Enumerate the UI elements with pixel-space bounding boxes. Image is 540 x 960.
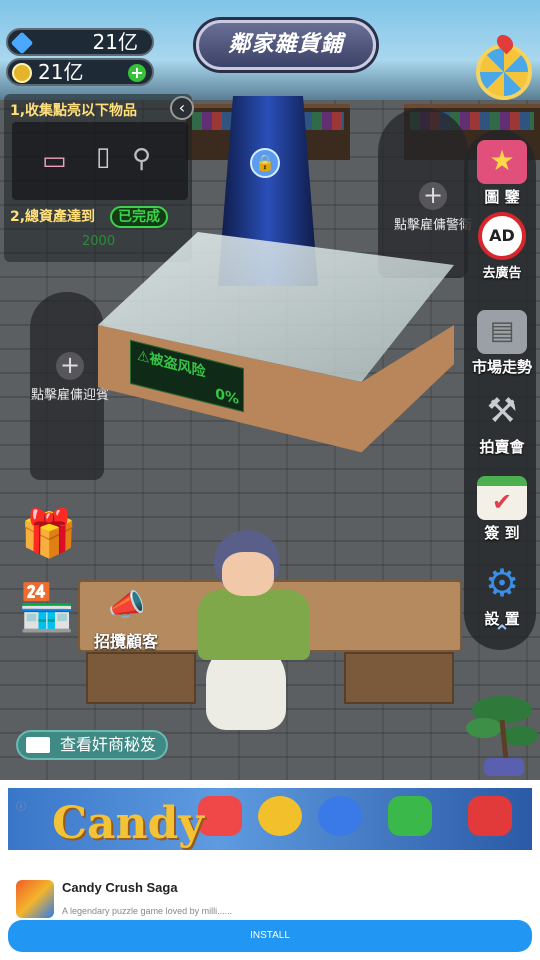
plus-icon: +: [419, 182, 447, 210]
candy-icon: [318, 796, 362, 836]
quest-task-1: 1,收集點亮以下物品: [10, 103, 138, 119]
candy-icon: [258, 796, 302, 836]
quest-items: ▭ ▯ ⚲: [12, 122, 188, 200]
hire-greeter-label: 點擊雇傭迎賓: [30, 388, 109, 403]
diamond-value: 21亿: [92, 30, 138, 54]
sidebar-item-market[interactable]: ▤ 市場走勢: [468, 310, 536, 377]
chevron-up-icon: ⌃: [493, 620, 511, 644]
desk-leg-right: [344, 652, 454, 704]
collapse-quest-button[interactable]: ‹: [170, 96, 194, 120]
collapse-sidebar-button[interactable]: ⌃: [468, 620, 536, 644]
sidebar-label-market: 市場走勢: [471, 358, 532, 376]
ad-subtitle: A legendary puzzle game loved by milli..…: [62, 906, 233, 916]
candy-icon: [198, 796, 242, 836]
eraser-icon: ▭: [42, 146, 67, 176]
lock-icon: 🔒: [250, 148, 280, 178]
desk-leg-left: [86, 652, 196, 704]
sidebar-label-auction: 拍賣會: [479, 438, 525, 456]
ad-banner[interactable]: ⓘ Candy Candy Crush Saga A legendary puz…: [0, 780, 540, 960]
game-scene: 21亿 21亿 + 鄰家雜貨鋪 🔒 1,收集點亮以下物品 ‹ ▭ ▯ ⚲ 2,總…: [0, 0, 540, 780]
coin-value: 21亿: [38, 60, 84, 84]
sidebar-item-auction[interactable]: ⚒ 拍賣會: [468, 390, 536, 457]
video-camera-icon: [26, 737, 50, 753]
ad-title: Candy Crush Saga: [62, 880, 178, 895]
recruit-customers-button[interactable]: 招攬顧客: [94, 628, 158, 652]
sidebar-item-remove-ads[interactable]: AD 去廣告: [468, 212, 536, 281]
ad-info-icon[interactable]: ⓘ: [16, 798, 26, 813]
hire-guard-label: 點擊雇傭警衛: [393, 218, 472, 233]
quest-target-value: 2000: [82, 234, 116, 249]
watch-video-label: 查看奸商秘笈: [60, 735, 157, 754]
storefront-button[interactable]: 🏪: [18, 580, 75, 640]
coin-icon: [12, 63, 32, 83]
coin-counter: 21亿 +: [6, 58, 154, 86]
no-ad-icon: AD: [478, 212, 526, 260]
shopkeeper-face: [222, 552, 274, 596]
ad-logo-text: Candy: [52, 798, 204, 849]
gear-icon: ⚙: [484, 561, 520, 605]
shopkeeper-body[interactable]: [198, 590, 310, 660]
sidebar-item-checkin[interactable]: ✔ 簽 到: [468, 476, 536, 543]
quest-panel: 1,收集點亮以下物品 ‹ ▭ ▯ ⚲ 2,總資產達到 已完成 2000: [4, 94, 194, 262]
add-coins-button[interactable]: +: [128, 64, 146, 82]
lucky-wheel-button[interactable]: [476, 31, 532, 100]
quest-task-2: 2,總資產達到: [10, 209, 96, 225]
diamond-counter: 21亿: [6, 28, 154, 56]
gift-box-button[interactable]: 🎁: [20, 506, 77, 566]
candy-icon: [468, 796, 512, 836]
sprayer-icon: ▯: [96, 142, 111, 172]
sidebar-item-catalog[interactable]: ★ 圖 鑒: [468, 140, 536, 207]
diamond-icon: [10, 31, 34, 55]
ad-image[interactable]: ⓘ Candy: [8, 788, 532, 850]
sidebar-item-settings[interactable]: ⚙ 設 置: [468, 562, 536, 629]
star-book-icon: ★: [477, 140, 527, 184]
market-chart-icon: ▤: [477, 310, 527, 354]
shop-title: 鄰家雜貨鋪: [196, 20, 376, 70]
sidebar-label-remove-ads: 去廣告: [482, 266, 522, 281]
sidebar-label-catalog: 圖 鑒: [484, 188, 520, 206]
watch-video-button[interactable]: 查看奸商秘笈: [16, 730, 168, 760]
bonsai-plant: [466, 696, 538, 776]
theft-risk-value: 0%: [215, 386, 239, 408]
app-icon[interactable]: [16, 880, 54, 918]
quest-complete-badge: 已完成: [110, 206, 168, 228]
gavel-icon: ⚒: [486, 391, 518, 431]
megaphone-icon: 📣: [108, 588, 146, 623]
plus-icon: +: [56, 352, 84, 380]
candy-icon: [388, 796, 432, 836]
sidebar-label-checkin: 簽 到: [484, 524, 520, 542]
flashlight-icon: ⚲: [132, 144, 152, 174]
install-button[interactable]: INSTALL: [8, 920, 532, 952]
calendar-check-icon: ✔: [477, 476, 527, 520]
